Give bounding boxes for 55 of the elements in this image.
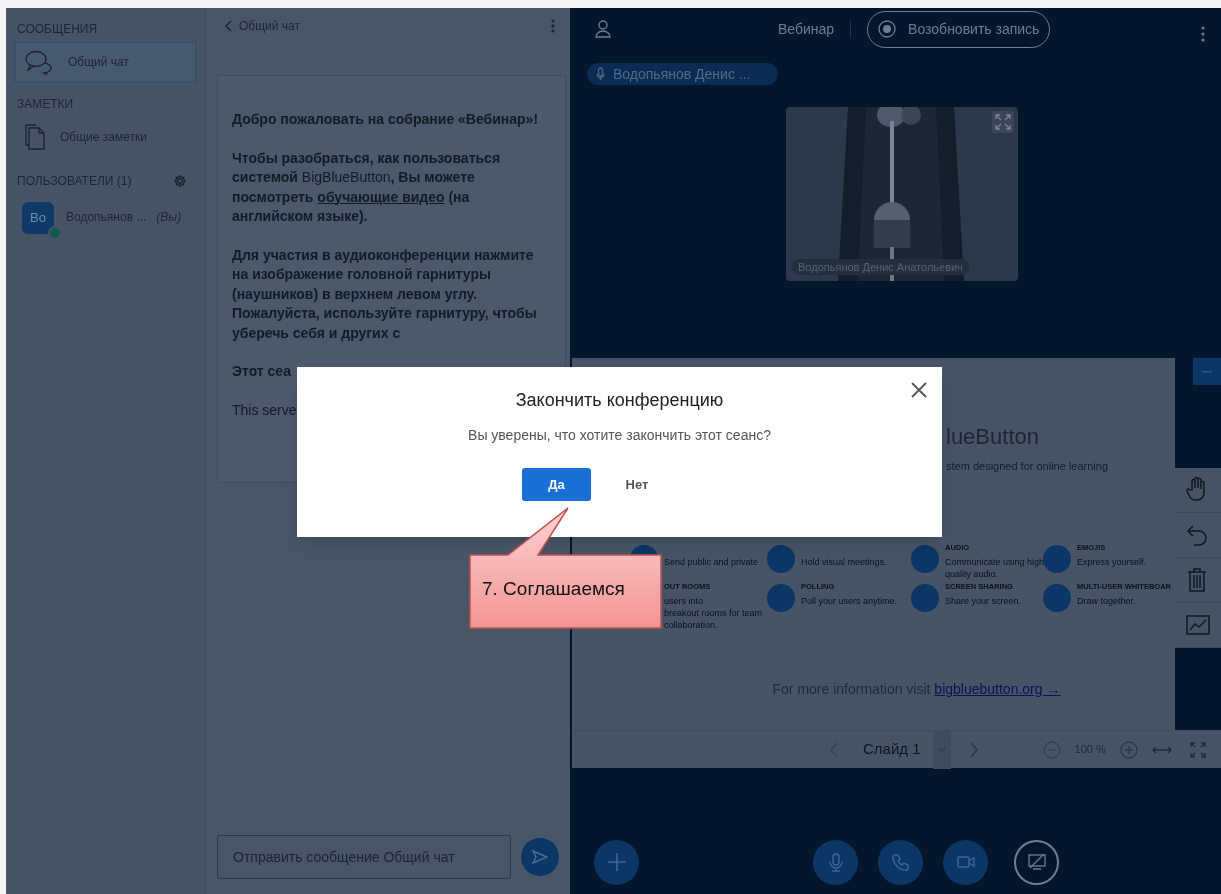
user-icon[interactable] — [595, 20, 611, 38]
message-text: Этот сеа — [232, 362, 292, 381]
back-chevron-icon[interactable] — [225, 20, 233, 32]
website-link[interactable]: bigbluebutton.org → — [934, 679, 1061, 700]
sidebar-item[interactable]: Общий чат — [14, 41, 197, 83]
slide-dropdown-button[interactable] — [932, 730, 951, 769]
actions-button[interactable] — [594, 839, 639, 885]
phone-button[interactable] — [878, 839, 923, 885]
more-options-icon[interactable] — [1201, 26, 1205, 42]
feature-description: Communicate using high quality audio. — [945, 555, 1045, 580]
message-text: Для участия в аудиоконференции нажмите на изображение головной гарнитуры (наушников) в верхнем левом углу. Пожалуйста, используйте гарнитуру, чтобы уберечь себя и других с — [232, 245, 538, 343]
record-icon — [878, 20, 897, 38]
message-text: Чтобы разобраться, как пользоваться системой BigBlueButton, Вы можете посмотреть обучающие видео (на английском языке). — [232, 148, 502, 226]
screen-off-icon — [1026, 853, 1047, 871]
talking-indicator: Водопьянов Денис ... — [587, 63, 778, 85]
dialog-message: Вы уверены, что хотите закончить этот сеанс? — [468, 426, 771, 445]
cancel-button[interactable]: Нет — [611, 468, 663, 501]
confirm-button[interactable]: Да — [522, 468, 591, 501]
tutorial-link[interactable]: обучающие видео — [317, 188, 445, 205]
phone-icon — [890, 852, 911, 872]
settings-icon[interactable] — [173, 174, 187, 188]
microphone-button[interactable] — [813, 839, 858, 885]
user-avatar: Bo — [22, 202, 54, 234]
feature-description: users into breakout rooms for team collaboration. — [664, 594, 763, 631]
message-text: Добро пожаловать на собрание «Вебинар»! — [232, 110, 540, 129]
screen-share-button[interactable] — [1014, 839, 1059, 885]
message-text: This serve — [232, 400, 298, 420]
fit-width-icon[interactable] — [1151, 744, 1172, 755]
feature-description: Send public and private — [664, 555, 759, 568]
more-options-icon[interactable] — [551, 19, 555, 33]
send-button[interactable] — [521, 838, 559, 876]
document-icon — [24, 124, 46, 150]
feature-description: Draw together. — [1077, 594, 1137, 607]
callout-text: 7. Соглашаемся — [482, 577, 625, 601]
send-icon — [532, 850, 549, 864]
feature-description: Share your screen. — [945, 594, 1022, 607]
camera-button[interactable] — [943, 839, 988, 885]
plus-icon — [606, 852, 627, 872]
feature-description: Hold visual meetings. — [801, 555, 887, 568]
close-icon — [911, 382, 927, 398]
minimize-button[interactable] — [1193, 358, 1221, 385]
chat-bubbles-icon — [24, 49, 54, 75]
meeting-title: Вебинар — [778, 19, 835, 39]
audio-badge-icon — [48, 226, 62, 240]
fullscreen-icon[interactable] — [1189, 741, 1206, 758]
close-button[interactable] — [910, 381, 928, 399]
feature-description: Express yourself. — [1077, 555, 1147, 568]
feature-description: Poll your users anytime. — [801, 594, 898, 607]
zoom-in-icon[interactable] — [1119, 740, 1138, 759]
minus-icon — [1202, 370, 1212, 373]
fullscreen-icon[interactable] — [992, 111, 1014, 133]
microphone-icon — [596, 67, 605, 81]
dialog-title: Закончить конференцию — [515, 389, 724, 412]
slide-selector[interactable]: Слайд 1 — [863, 738, 921, 761]
next-slide-icon[interactable] — [968, 741, 979, 758]
